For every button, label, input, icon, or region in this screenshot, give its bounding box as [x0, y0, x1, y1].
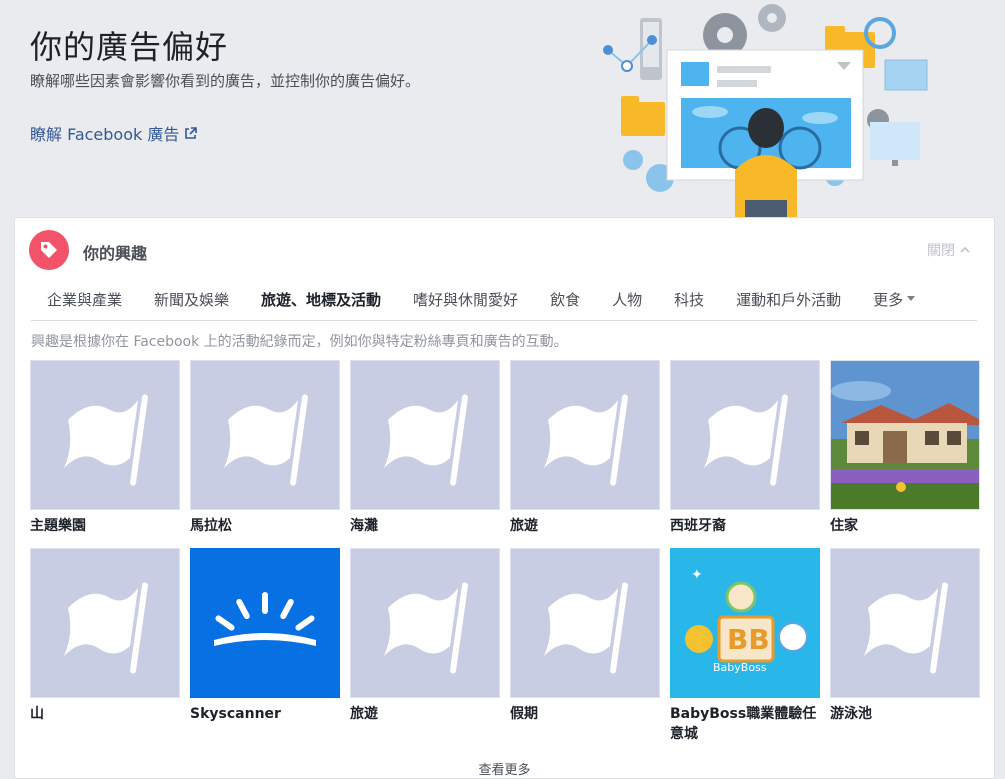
interest-card-vacation[interactable]: 假期	[510, 548, 660, 724]
interest-card-travel[interactable]: 旅遊	[510, 360, 660, 536]
learn-facebook-ads-link[interactable]: 瞭解 Facebook 廣告	[30, 121, 198, 145]
tab-hobbies-activities[interactable]: 嗜好與休閒愛好	[397, 289, 534, 310]
flag-icon	[510, 360, 660, 510]
tab-technology[interactable]: 科技	[658, 289, 720, 310]
interests-panel: 你的興趣 關閉 企業與產業 新聞及娛樂 旅遊、地標及活動 嗜好與休閒愛好 飲食 …	[14, 217, 995, 779]
house-photo	[830, 360, 980, 510]
interest-card-home[interactable]: 住家	[830, 360, 980, 536]
tab-news-entertainment[interactable]: 新聞及娛樂	[138, 289, 245, 310]
interest-card-babyboss[interactable]: ✦ BB BabyBoss BabyBoss職業體驗任意城	[670, 548, 820, 744]
close-label: 關閉	[927, 243, 955, 259]
svg-text:✦: ✦	[691, 567, 703, 583]
flag-icon	[510, 548, 660, 698]
more-tabs-dropdown[interactable]: 更多	[857, 289, 931, 310]
interest-card-mountain[interactable]: 山	[30, 548, 180, 724]
tab-sports-outdoors[interactable]: 運動和戶外活動	[720, 289, 857, 310]
interest-label: 住家	[830, 518, 858, 534]
page-subtitle: 瞭解哪些因素會影響你看到的廣告，並控制你的廣告偏好。	[30, 72, 421, 90]
interest-tabs: 企業與產業 新聞及娛樂 旅遊、地標及活動 嗜好與休閒愛好 飲食 人物 科技 運動…	[31, 278, 977, 321]
interest-card-marathon[interactable]: 馬拉松	[190, 360, 340, 536]
interest-label: 旅遊	[350, 706, 378, 722]
interest-label: 假期	[510, 706, 538, 722]
interest-label: 旅遊	[510, 518, 538, 534]
flag-icon	[190, 360, 340, 510]
interest-label: BabyBoss職業體驗任意城	[670, 706, 817, 742]
interest-label: 西班牙裔	[670, 518, 726, 534]
tab-travel-places-events[interactable]: 旅遊、地標及活動	[245, 289, 397, 310]
skyscanner-logo	[190, 548, 340, 698]
tag-icon	[29, 230, 69, 270]
chevron-up-icon	[960, 246, 970, 253]
interest-card-skyscanner[interactable]: Skyscanner	[190, 548, 340, 724]
svg-text:BabyBoss: BabyBoss	[713, 661, 767, 674]
interests-title: 你的興趣	[83, 244, 148, 263]
tab-business-industry[interactable]: 企業與產業	[31, 289, 138, 310]
tab-people[interactable]: 人物	[596, 289, 658, 310]
interest-label: 游泳池	[830, 706, 872, 722]
interest-card-theme-park[interactable]: 主題樂園	[30, 360, 180, 536]
interest-label: 主題樂園	[30, 518, 86, 534]
ad-preferences-illustration	[603, 4, 928, 217]
interest-card-travel-2[interactable]: 旅遊	[350, 548, 500, 724]
interests-description: 興趣是根據你在 Facebook 上的活動紀錄而定，例如你與特定粉絲專頁和廣告的…	[31, 334, 568, 350]
flag-icon	[830, 548, 980, 698]
flag-icon	[350, 548, 500, 698]
svg-text:BB: BB	[727, 623, 770, 656]
interest-card-beach[interactable]: 海灘	[350, 360, 500, 536]
interests-header: 你的興趣 關閉	[29, 230, 979, 270]
flag-icon	[30, 548, 180, 698]
babyboss-logo: ✦ BB BabyBoss	[670, 548, 820, 698]
more-label: 更多	[873, 290, 904, 309]
learn-link-label: 瞭解 Facebook 廣告	[30, 125, 180, 144]
close-section-button[interactable]: 關閉	[927, 240, 971, 260]
header: 你的廣告偏好 瞭解哪些因素會影響你看到的廣告，並控制你的廣告偏好。 瞭解 Fac…	[0, 0, 1005, 217]
caret-down-icon	[907, 296, 916, 301]
tab-food-drink[interactable]: 飲食	[534, 289, 596, 310]
flag-icon	[350, 360, 500, 510]
interest-label: 馬拉松	[190, 518, 232, 534]
flag-icon	[670, 360, 820, 510]
page-title: 你的廣告偏好	[30, 28, 229, 66]
interest-card-swimming-pool[interactable]: 游泳池	[830, 548, 980, 724]
interest-label: 山	[30, 706, 44, 722]
interest-label: Skyscanner	[190, 706, 281, 722]
interest-label: 海灘	[350, 518, 378, 534]
external-link-icon	[185, 126, 198, 139]
see-more-button[interactable]: 查看更多	[15, 759, 994, 778]
flag-icon	[30, 360, 180, 510]
interest-card-hispanic[interactable]: 西班牙裔	[670, 360, 820, 536]
